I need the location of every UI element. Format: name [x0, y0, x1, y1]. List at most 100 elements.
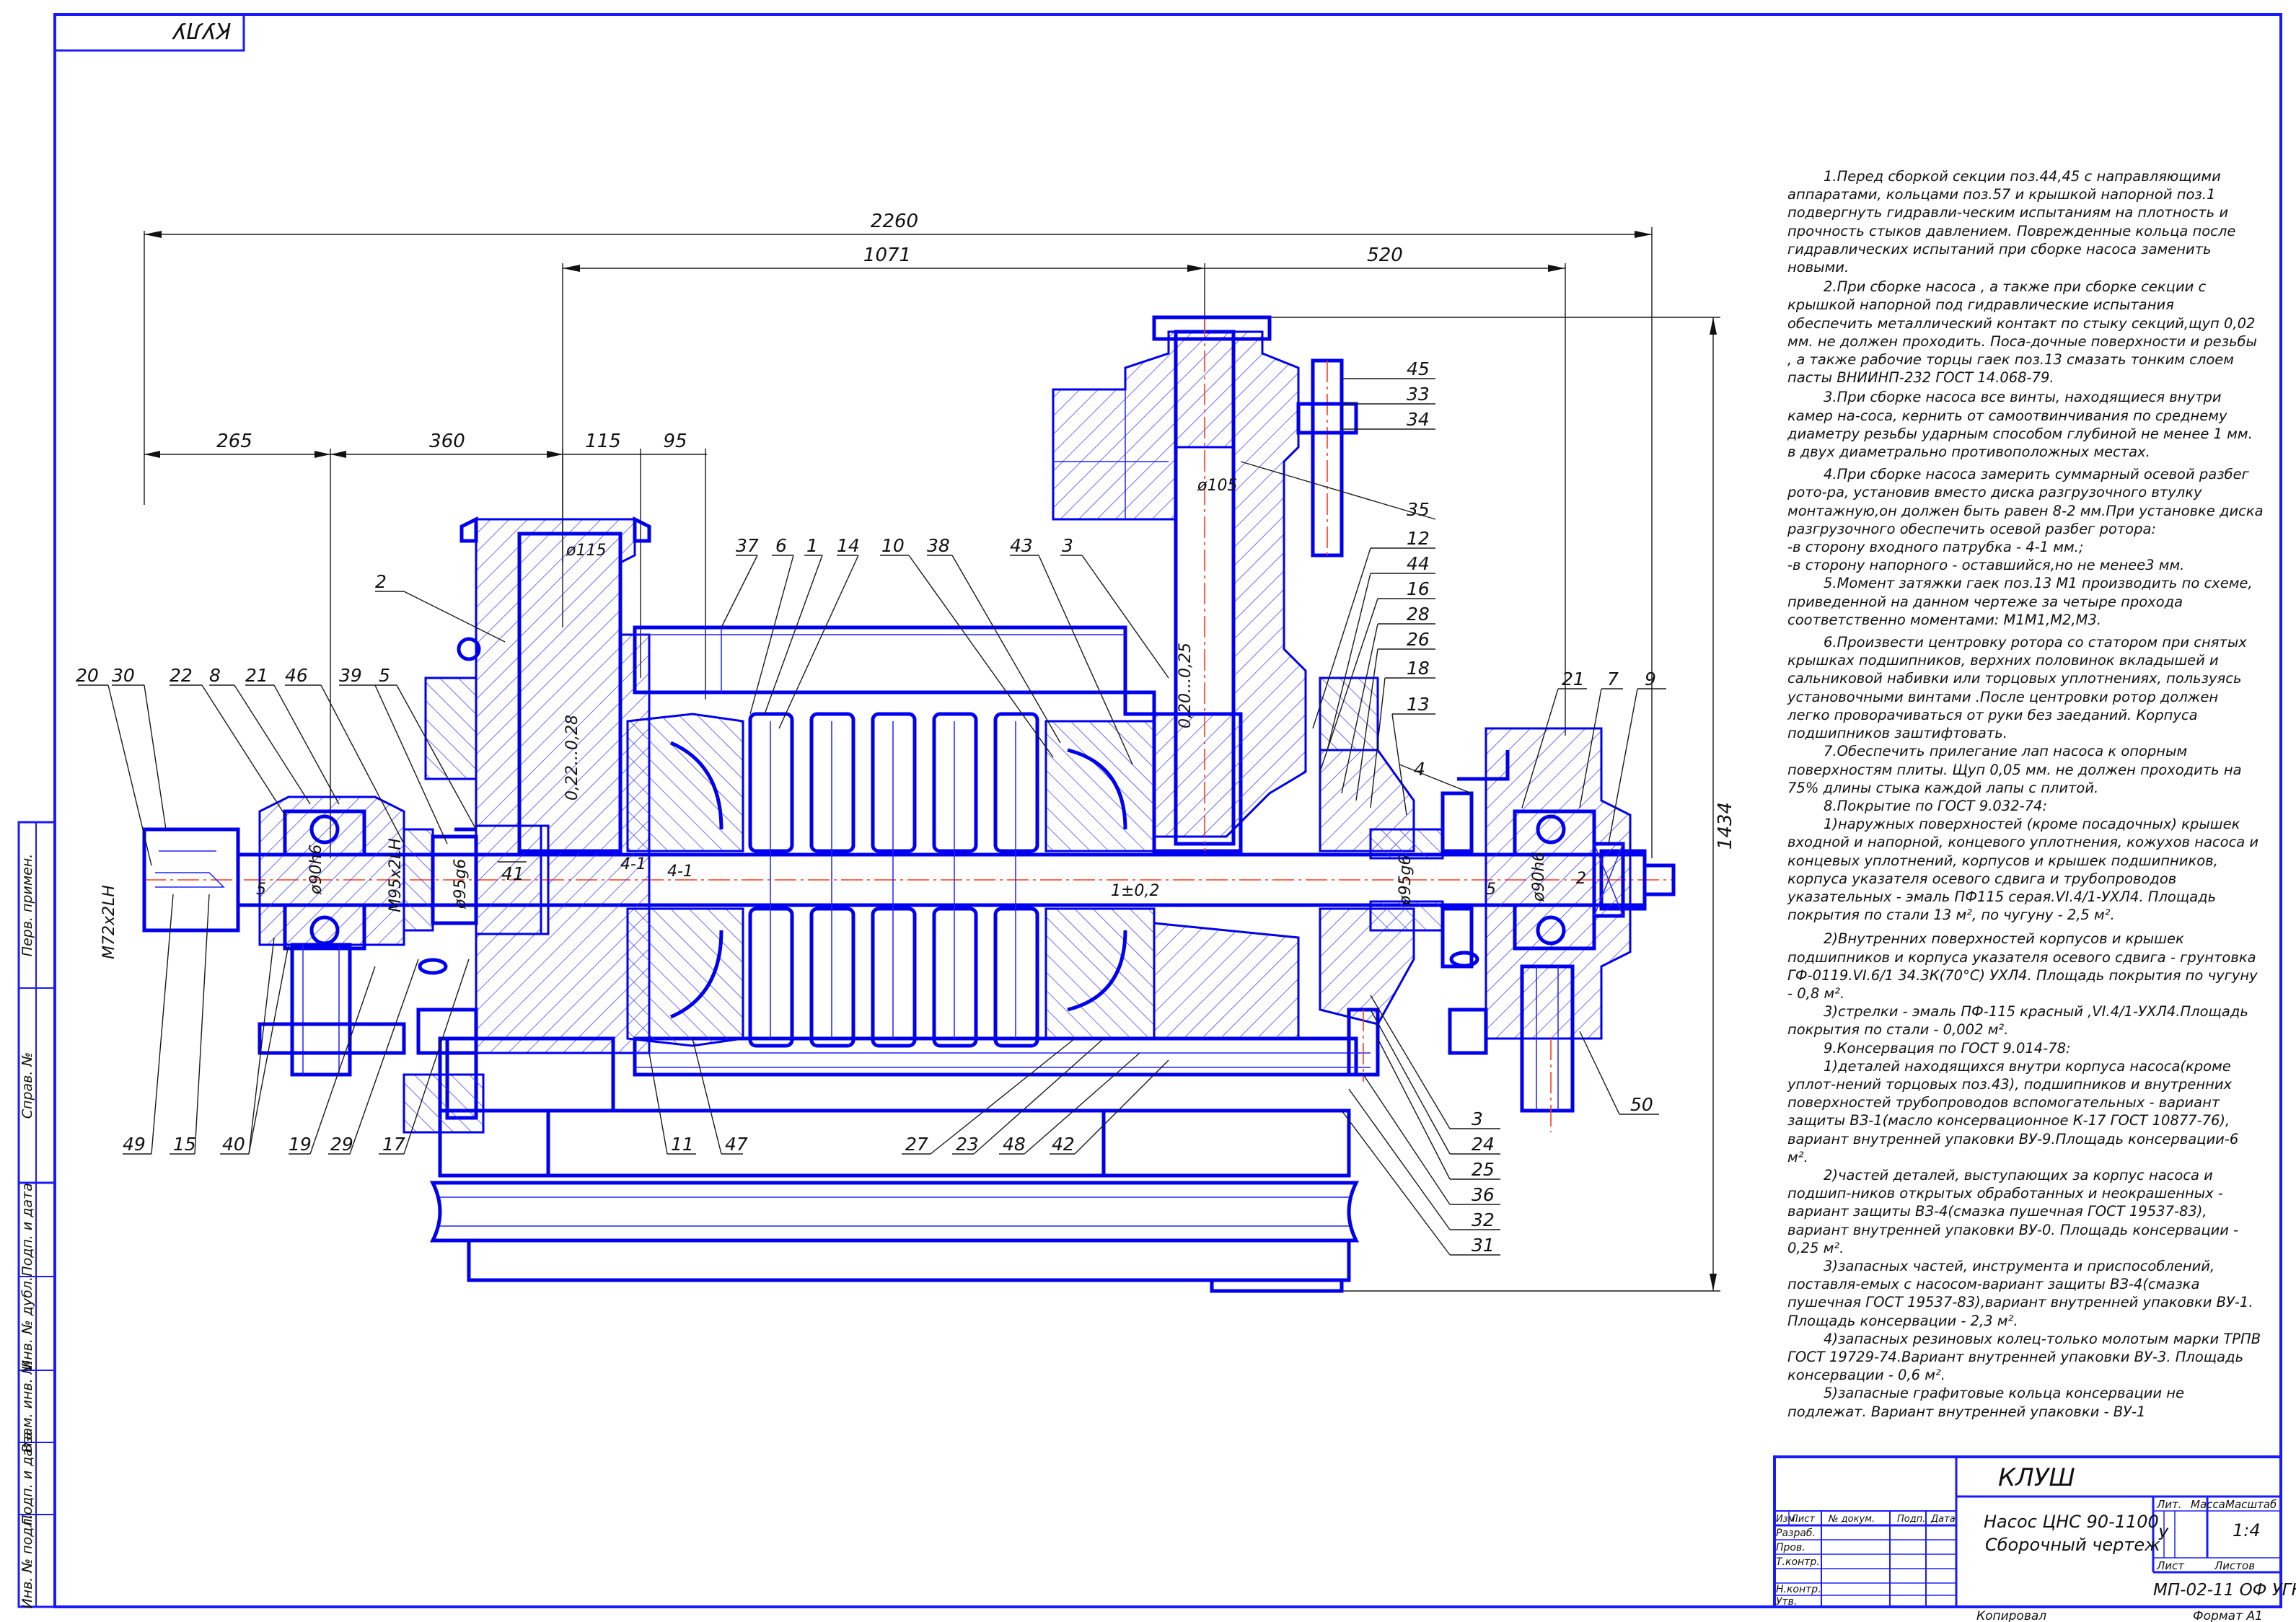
- callout-5: 5: [379, 665, 390, 686]
- note-5: 5.Момент затяжки гаек поз.13 М1 производ…: [1787, 575, 2257, 628]
- role-checker: Пров.: [1776, 1542, 1805, 1553]
- role-approved: Утв.: [1776, 1596, 1797, 1608]
- callout-40: 40: [222, 1134, 245, 1155]
- callout-42: 42: [1052, 1134, 1075, 1155]
- callout-1: 1: [806, 535, 818, 556]
- thread-m72: M72x2LH: [100, 885, 118, 959]
- note-9-2: 2)частей деталей, выступающих за корпус …: [1787, 1166, 2243, 1256]
- title-mass-header: Масса: [2191, 1498, 2225, 1511]
- callout-21-right: 21: [1562, 669, 1585, 689]
- title-lit-header: Лит.: [2156, 1498, 2182, 1511]
- callout-9: 9: [1645, 669, 1656, 689]
- callout-21-left: 21: [245, 665, 268, 686]
- dim-d95-right: ø95g6: [1396, 855, 1415, 906]
- dim-1071: 1071: [863, 244, 911, 266]
- callout-43: 43: [1010, 535, 1033, 556]
- callout-10: 10: [881, 535, 905, 556]
- note-9-4: 4)запасных резиновых колец-только молоты…: [1787, 1330, 2266, 1384]
- callout-36: 36: [1472, 1184, 1495, 1205]
- technical-notes: 1.Перед сборкой секции поз.44,45 с напра…: [1787, 167, 2264, 1421]
- callout-31: 31: [1472, 1235, 1495, 1256]
- title-lit-value: У: [2158, 1526, 2169, 1544]
- stamp-dup-inv: Инв. № дубл.: [19, 1277, 35, 1370]
- callout-14: 14: [837, 535, 860, 556]
- note-8: 8.Покрытие по ГОСТ 9.032-74:: [1824, 797, 2048, 814]
- callout-47: 47: [725, 1134, 748, 1155]
- callout-20: 20: [76, 665, 99, 686]
- stamp-sign-date-1: Подп. и дата: [19, 1183, 35, 1276]
- col-sign: Подп.: [1897, 1514, 1925, 1525]
- stamp-ref-no: Справ. №: [19, 1052, 35, 1119]
- dim-5-right: 5: [1486, 881, 1496, 899]
- title-name: Насос ЦНС 90-1100: [1984, 1512, 2159, 1532]
- dim-2: 2: [1576, 870, 1586, 888]
- title-org: КЛУШ: [1998, 1463, 2075, 1492]
- tol-4-b: 4-1: [667, 863, 693, 881]
- callout-38: 38: [927, 535, 950, 556]
- callout-19: 19: [289, 1134, 312, 1155]
- right-bearing-assembly: [1457, 727, 1632, 1132]
- dim-520: 520: [1367, 244, 1403, 266]
- gap-025: 0,20...0,25: [1176, 643, 1195, 728]
- callout-26: 26: [1407, 629, 1430, 650]
- callout-6: 6: [775, 535, 787, 556]
- title-sheet-header: Лист: [2156, 1559, 2185, 1572]
- col-date: Дата: [1930, 1514, 1956, 1525]
- callout-8: 8: [209, 665, 221, 686]
- callout-16: 16: [1407, 578, 1430, 599]
- note-8-3: 3)стрелки - эмаль ПФ-115 красный ,VI.4/1…: [1787, 1003, 2253, 1039]
- callout-30: 30: [112, 665, 135, 686]
- callout-29: 29: [330, 1134, 353, 1155]
- callout-34: 34: [1407, 409, 1430, 430]
- role-developer: Разраб.: [1776, 1528, 1816, 1539]
- tol-4-a: 4-1: [620, 855, 646, 873]
- title-scale-value: 1:4: [2233, 1520, 2261, 1541]
- note-8-2: 2)Внутренних поверхностей корпусов и кры…: [1787, 930, 2262, 1002]
- callout-33: 33: [1407, 384, 1430, 405]
- note-7: 7.Обеспечить прилегание лап насоса к опо…: [1787, 743, 2246, 796]
- note-4b: -в сторону напорного - оставшийся,но не …: [1787, 557, 2185, 574]
- callout-12: 12: [1407, 528, 1430, 549]
- dim-d115: ø115: [566, 542, 606, 560]
- callout-13: 13: [1407, 694, 1430, 715]
- tol-1: 1±0,2: [1111, 882, 1159, 900]
- callout-24: 24: [1472, 1134, 1495, 1155]
- note-9-1: 1)деталей находящихся внутри корпуса нас…: [1787, 1057, 2243, 1165]
- dim-d105: ø105: [1197, 477, 1237, 495]
- callout-25: 25: [1472, 1159, 1495, 1180]
- stamp-orig-inv: Инв. № подл.: [19, 1514, 35, 1608]
- role-tech-control: Т.контр.: [1776, 1556, 1820, 1568]
- dim-95: 95: [663, 431, 687, 452]
- callout-22: 22: [170, 665, 193, 686]
- dim-d90-right: ø90h6: [1530, 852, 1548, 902]
- copied-by: Копировал: [1976, 1609, 2046, 1622]
- dim-2260: 2260: [871, 211, 918, 232]
- role-norm-control: Н.контр.: [1776, 1584, 1821, 1595]
- note-2: 2.При сборке насоса , а также при сборке…: [1787, 278, 2262, 387]
- callout-28: 28: [1407, 604, 1430, 625]
- dim-d95-left: ø95g6: [452, 859, 470, 909]
- callout-27: 27: [905, 1134, 928, 1155]
- note-9-5: 5)запасные графитовые кольца консервации…: [1787, 1385, 2189, 1420]
- callout-2: 2: [375, 571, 387, 592]
- thread-m95: M95x2LH: [387, 838, 405, 912]
- callout-15: 15: [173, 1134, 196, 1155]
- col-doc-no: № докум.: [1828, 1514, 1875, 1525]
- dim-5-left: 5: [256, 881, 266, 899]
- callout-46: 46: [285, 665, 308, 686]
- corner-mark: КУЛУ: [172, 17, 231, 43]
- dim-360: 360: [429, 431, 465, 452]
- note-8-1: 1)наружных поверхностей (кроме посадочны…: [1787, 816, 2264, 924]
- title-sheets-header: Листов: [2214, 1559, 2255, 1572]
- callout-7: 7: [1607, 669, 1619, 689]
- title-doc-code: МП-02-11 ОФ УГНТУ: [2153, 1581, 2296, 1600]
- callout-48: 48: [1003, 1134, 1026, 1155]
- callout-18: 18: [1407, 658, 1430, 679]
- callout-3-top: 3: [1062, 535, 1073, 556]
- side-stamp: Перв. примен. Справ. № Подп. и дата Инв.…: [17, 821, 56, 1609]
- callout-50: 50: [1630, 1094, 1653, 1115]
- title-block: КЛУШ Насос ЦНС 90-1100 Сборочный чертеж …: [1773, 1455, 2296, 1622]
- note-3: 3.При сборке насоса все винты, находящие…: [1787, 389, 2257, 461]
- callout-37: 37: [736, 535, 759, 556]
- title-doc-type: Сборочный чертеж: [1985, 1535, 2160, 1555]
